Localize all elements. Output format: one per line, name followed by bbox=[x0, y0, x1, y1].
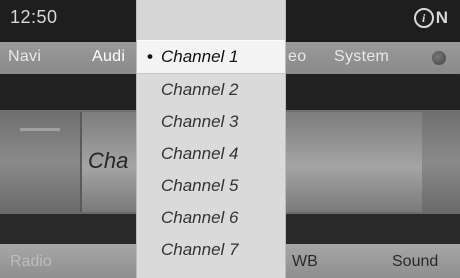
channel-label: Channel 7 bbox=[161, 240, 239, 259]
channel-label: Channel 4 bbox=[161, 144, 239, 163]
channel-list-header bbox=[137, 0, 285, 40]
info-icon: i bbox=[413, 8, 434, 28]
channel-item-5[interactable]: Channel 5 bbox=[137, 170, 285, 202]
channel-item-1[interactable]: • Channel 1 bbox=[137, 40, 285, 74]
channel-label: Channel 3 bbox=[161, 112, 239, 131]
screen: 12:50 i N Navi Audi eo System Cha Radio … bbox=[0, 0, 460, 278]
channel-item-7[interactable]: Channel 7 bbox=[137, 234, 285, 266]
channel-label: Channel 1 bbox=[161, 47, 239, 66]
status-indicator: N bbox=[435, 8, 448, 27]
bottom-item-radio[interactable]: Radio bbox=[10, 253, 52, 271]
bottom-item-wb[interactable]: WB bbox=[292, 253, 318, 271]
channel-item-3[interactable]: Channel 3 bbox=[137, 106, 285, 138]
menu-item-video[interactable]: eo bbox=[288, 48, 306, 66]
status-indicators: i N bbox=[413, 8, 448, 28]
selected-bullet-icon: • bbox=[147, 47, 153, 66]
channel-item-2[interactable]: Channel 2 bbox=[137, 74, 285, 106]
channel-item-6[interactable]: Channel 6 bbox=[137, 202, 285, 234]
channel-label: Channel 5 bbox=[161, 176, 239, 195]
channel-label: Channel 6 bbox=[161, 208, 239, 227]
content-title: Cha bbox=[88, 148, 129, 173]
channel-item-4[interactable]: Channel 4 bbox=[137, 138, 285, 170]
streak bbox=[20, 128, 60, 131]
channel-list: • Channel 1 Channel 2 Channel 3 Channel … bbox=[136, 0, 286, 278]
clock: 12:50 bbox=[10, 7, 58, 27]
menu-dot-icon[interactable] bbox=[432, 51, 446, 65]
menu-item-navi[interactable]: Navi bbox=[8, 48, 41, 66]
bottom-item-sound[interactable]: Sound bbox=[392, 253, 438, 271]
channel-label: Channel 2 bbox=[161, 80, 239, 99]
menu-item-system[interactable]: System bbox=[334, 48, 389, 66]
menu-item-audio[interactable]: Audi bbox=[92, 48, 125, 66]
